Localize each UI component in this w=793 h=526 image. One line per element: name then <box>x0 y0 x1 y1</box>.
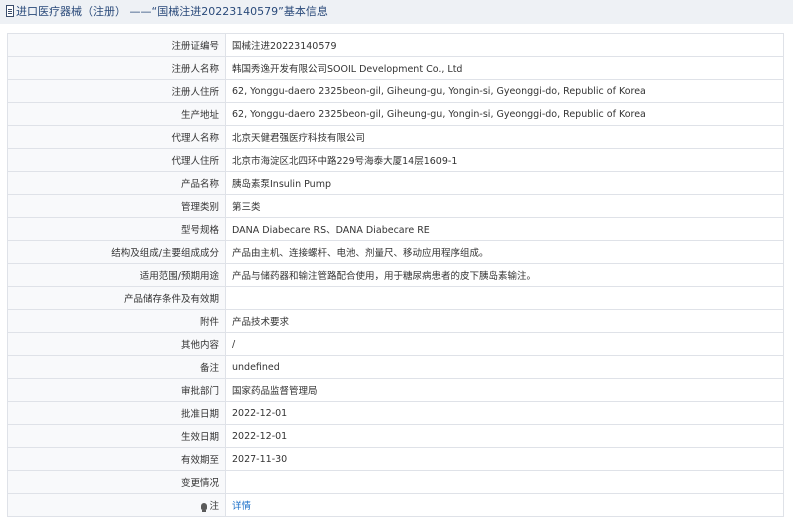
document-icon <box>6 5 14 17</box>
table-row: 备注 undefined <box>7 355 784 379</box>
registration-info-table: 注册证编号 国械注进20223140579 注册人名称 韩国秀逸开发有限公司SOOI… <box>7 33 784 517</box>
row-value <box>225 470 784 494</box>
row-label: 注册证编号 <box>7 33 226 57</box>
row-label: 批准日期 <box>7 401 226 425</box>
table-row: 生效日期 2022-12-01 <box>7 424 784 448</box>
row-value <box>225 286 784 310</box>
row-label: 管理类别 <box>7 194 226 218</box>
row-label: 生产地址 <box>7 102 226 126</box>
row-value: / <box>225 332 784 356</box>
note-value: 详情 <box>225 493 784 517</box>
table-row: 其他内容 / <box>7 332 784 356</box>
details-link[interactable]: 详情 <box>232 501 251 512</box>
row-value: undefined <box>225 355 784 379</box>
table-row: 管理类别 第三类 <box>7 194 784 218</box>
table-row: 注册人名称 韩国秀逸开发有限公司SOOIL Development Co., Lt… <box>7 56 784 80</box>
page-title: 进口医疗器械（注册） ——“国械注进20223140579”基本信息 <box>16 5 328 18</box>
table-row: 有效期至 2027-11-30 <box>7 447 784 471</box>
table-row: 代理人名称 北京天健君强医疗科技有限公司 <box>7 125 784 149</box>
row-label: 型号规格 <box>7 217 226 241</box>
row-value: 第三类 <box>225 194 784 218</box>
row-value: 韩国秀逸开发有限公司SOOIL Development Co., Ltd <box>225 56 784 80</box>
table-row: 附件 产品技术要求 <box>7 309 784 333</box>
row-value: 产品由主机、连接螺杆、电池、剂量尺、移动应用程序组成。 <box>225 240 784 264</box>
row-value: 2027-11-30 <box>225 447 784 471</box>
row-label: 附件 <box>7 309 226 333</box>
row-value: 国家药品监督管理局 <box>225 378 784 402</box>
table-row: 注册证编号 国械注进20223140579 <box>7 33 784 57</box>
row-value: 北京市海淀区北四环中路229号海泰大厦14层1609-1 <box>225 148 784 172</box>
row-label: 产品名称 <box>7 171 226 195</box>
table-row: 产品名称 胰岛素泵Insulin Pump <box>7 171 784 195</box>
table-row: 产品储存条件及有效期 <box>7 286 784 310</box>
row-value: 国械注进20223140579 <box>225 33 784 57</box>
table-row: 审批部门 国家药品监督管理局 <box>7 378 784 402</box>
row-label: 产品储存条件及有效期 <box>7 286 226 310</box>
row-label: 注册人住所 <box>7 79 226 103</box>
row-label: 备注 <box>7 355 226 379</box>
row-value: DANA Diabecare RS、DANA Diabecare RE <box>225 217 784 241</box>
lightbulb-icon <box>201 503 208 512</box>
row-value: 胰岛素泵Insulin Pump <box>225 171 784 195</box>
table-row: 型号规格 DANA Diabecare RS、DANA Diabecare RE <box>7 217 784 241</box>
table-row: 适用范围/预期用途 产品与储药器和输注管路配合使用，用于糖尿病患者的皮下胰岛素输注… <box>7 263 784 287</box>
row-value: 2022-12-01 <box>225 424 784 448</box>
row-value: 产品技术要求 <box>225 309 784 333</box>
row-label: 适用范围/预期用途 <box>7 263 226 287</box>
row-label: 生效日期 <box>7 424 226 448</box>
row-value: 62, Yonggu-daero 2325beon-gil, Giheung-g… <box>225 79 784 103</box>
note-label-text: 注 <box>209 501 219 512</box>
row-label: 有效期至 <box>7 447 226 471</box>
table-row: 生产地址 62, Yonggu-daero 2325beon-gil, Giheu… <box>7 102 784 126</box>
row-value: 北京天健君强医疗科技有限公司 <box>225 125 784 149</box>
row-label: 结构及组成/主要组成成分 <box>7 240 226 264</box>
row-label: 变更情况 <box>7 470 226 494</box>
row-value: 产品与储药器和输注管路配合使用，用于糖尿病患者的皮下胰岛素输注。 <box>225 263 784 287</box>
row-label: 注册人名称 <box>7 56 226 80</box>
table-row: 结构及组成/主要组成成分 产品由主机、连接螺杆、电池、剂量尺、移动应用程序组成。 <box>7 240 784 264</box>
note-label: 注 <box>7 493 226 517</box>
table-row: 代理人住所 北京市海淀区北四环中路229号海泰大厦14层1609-1 <box>7 148 784 172</box>
row-label: 其他内容 <box>7 332 226 356</box>
table-row: 注册人住所 62, Yonggu-daero 2325beon-gil, Gihe… <box>7 79 784 103</box>
row-label: 审批部门 <box>7 378 226 402</box>
table-row: 批准日期 2022-12-01 <box>7 401 784 425</box>
row-label: 代理人住所 <box>7 148 226 172</box>
row-label: 代理人名称 <box>7 125 226 149</box>
row-value: 62, Yonggu-daero 2325beon-gil, Giheung-g… <box>225 102 784 126</box>
table-row: 变更情况 <box>7 470 784 494</box>
note-row: 注 详情 <box>7 493 784 517</box>
page-header: 进口医疗器械（注册） ——“国械注进20223140579”基本信息 <box>0 0 793 24</box>
row-value: 2022-12-01 <box>225 401 784 425</box>
